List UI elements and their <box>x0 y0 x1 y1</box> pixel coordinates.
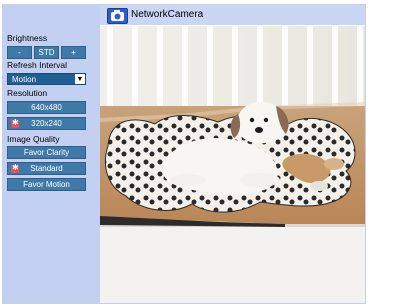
quality-favor-clarity-button[interactable]: Favor Clarity <box>7 146 86 159</box>
page-title: NetworkCamera <box>131 9 204 20</box>
brightness-controls: - STD + <box>7 46 86 59</box>
refresh-interval-value: Motion <box>12 74 37 84</box>
camera-feed-image <box>100 26 365 227</box>
brightness-label: Brightness <box>7 33 48 43</box>
chevron-down-icon[interactable]: ▼ <box>75 74 85 84</box>
refresh-interval-label: Refresh Interval <box>7 60 67 70</box>
image-quality-label: Image Quality <box>7 134 60 144</box>
brightness-minus-button[interactable]: - <box>7 46 32 59</box>
quality-favor-motion-button[interactable]: Favor Motion <box>7 178 86 191</box>
resolution-label: Resolution <box>7 88 48 98</box>
resolution-640x480-button[interactable]: 640x480 <box>7 101 86 114</box>
quality-standard-button[interactable]: Standard <box>7 162 86 175</box>
brightness-std-button[interactable]: STD <box>34 46 59 59</box>
below-camera-area <box>100 227 365 303</box>
sidebar: Brightness - STD + Refresh Interval Moti… <box>3 5 100 303</box>
brightness-plus-button[interactable]: + <box>61 46 86 59</box>
camera-icon <box>107 8 128 24</box>
resolution-320x240-button[interactable]: 320x240 <box>7 117 86 130</box>
refresh-interval-select[interactable]: Motion ▼ <box>7 73 86 85</box>
camera-viewer-window: Brightness - STD + Refresh Interval Moti… <box>2 4 366 304</box>
